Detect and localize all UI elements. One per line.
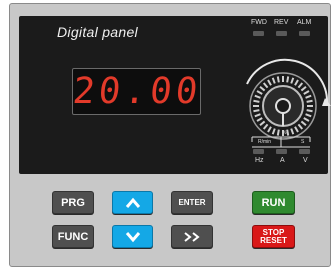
run-button[interactable]: RUN [252,191,295,214]
chevron-up-icon [125,197,140,208]
v-led [299,149,310,154]
digital-display: 20.00 [70,68,204,115]
unit-sub-percent: % [282,130,287,136]
indicator-label-fwd: FWD [251,19,267,26]
reset-label: RESET [260,235,287,245]
fwd-led [253,31,264,36]
unit-sub-s: S [301,139,305,145]
knob-tick [306,99,313,103]
knob-tick [286,76,290,83]
stop-reset-button[interactable]: STOP RESET [252,225,295,248]
prg-button[interactable]: PRG [52,191,94,214]
indicator-label-rev: REV [274,19,289,26]
down-button[interactable] [112,225,153,248]
indicator-label-alm: ALM [297,19,312,26]
enter-button[interactable]: ENTER [171,191,213,214]
knob-tick [276,76,280,83]
double-chevron-right-icon [184,231,200,242]
a-led [276,149,287,154]
rev-led [276,31,287,36]
display-value: 20.00 [70,71,204,112]
unit-label-v: V [303,157,308,164]
knob-tick [306,109,313,113]
unit-label-a: A [280,157,285,164]
chevron-down-icon [125,231,140,242]
shift-button[interactable] [171,225,213,248]
hz-led [253,149,264,154]
up-button[interactable] [112,191,153,214]
alm-led [299,31,310,36]
unit-label-hz: Hz [255,157,264,164]
panel-title: Digital panel [57,24,138,40]
func-button[interactable]: FUNC [52,225,94,248]
knob-tick [253,99,260,103]
unit-sub-rmin: R/min [258,139,272,145]
knob-tick [253,109,260,113]
